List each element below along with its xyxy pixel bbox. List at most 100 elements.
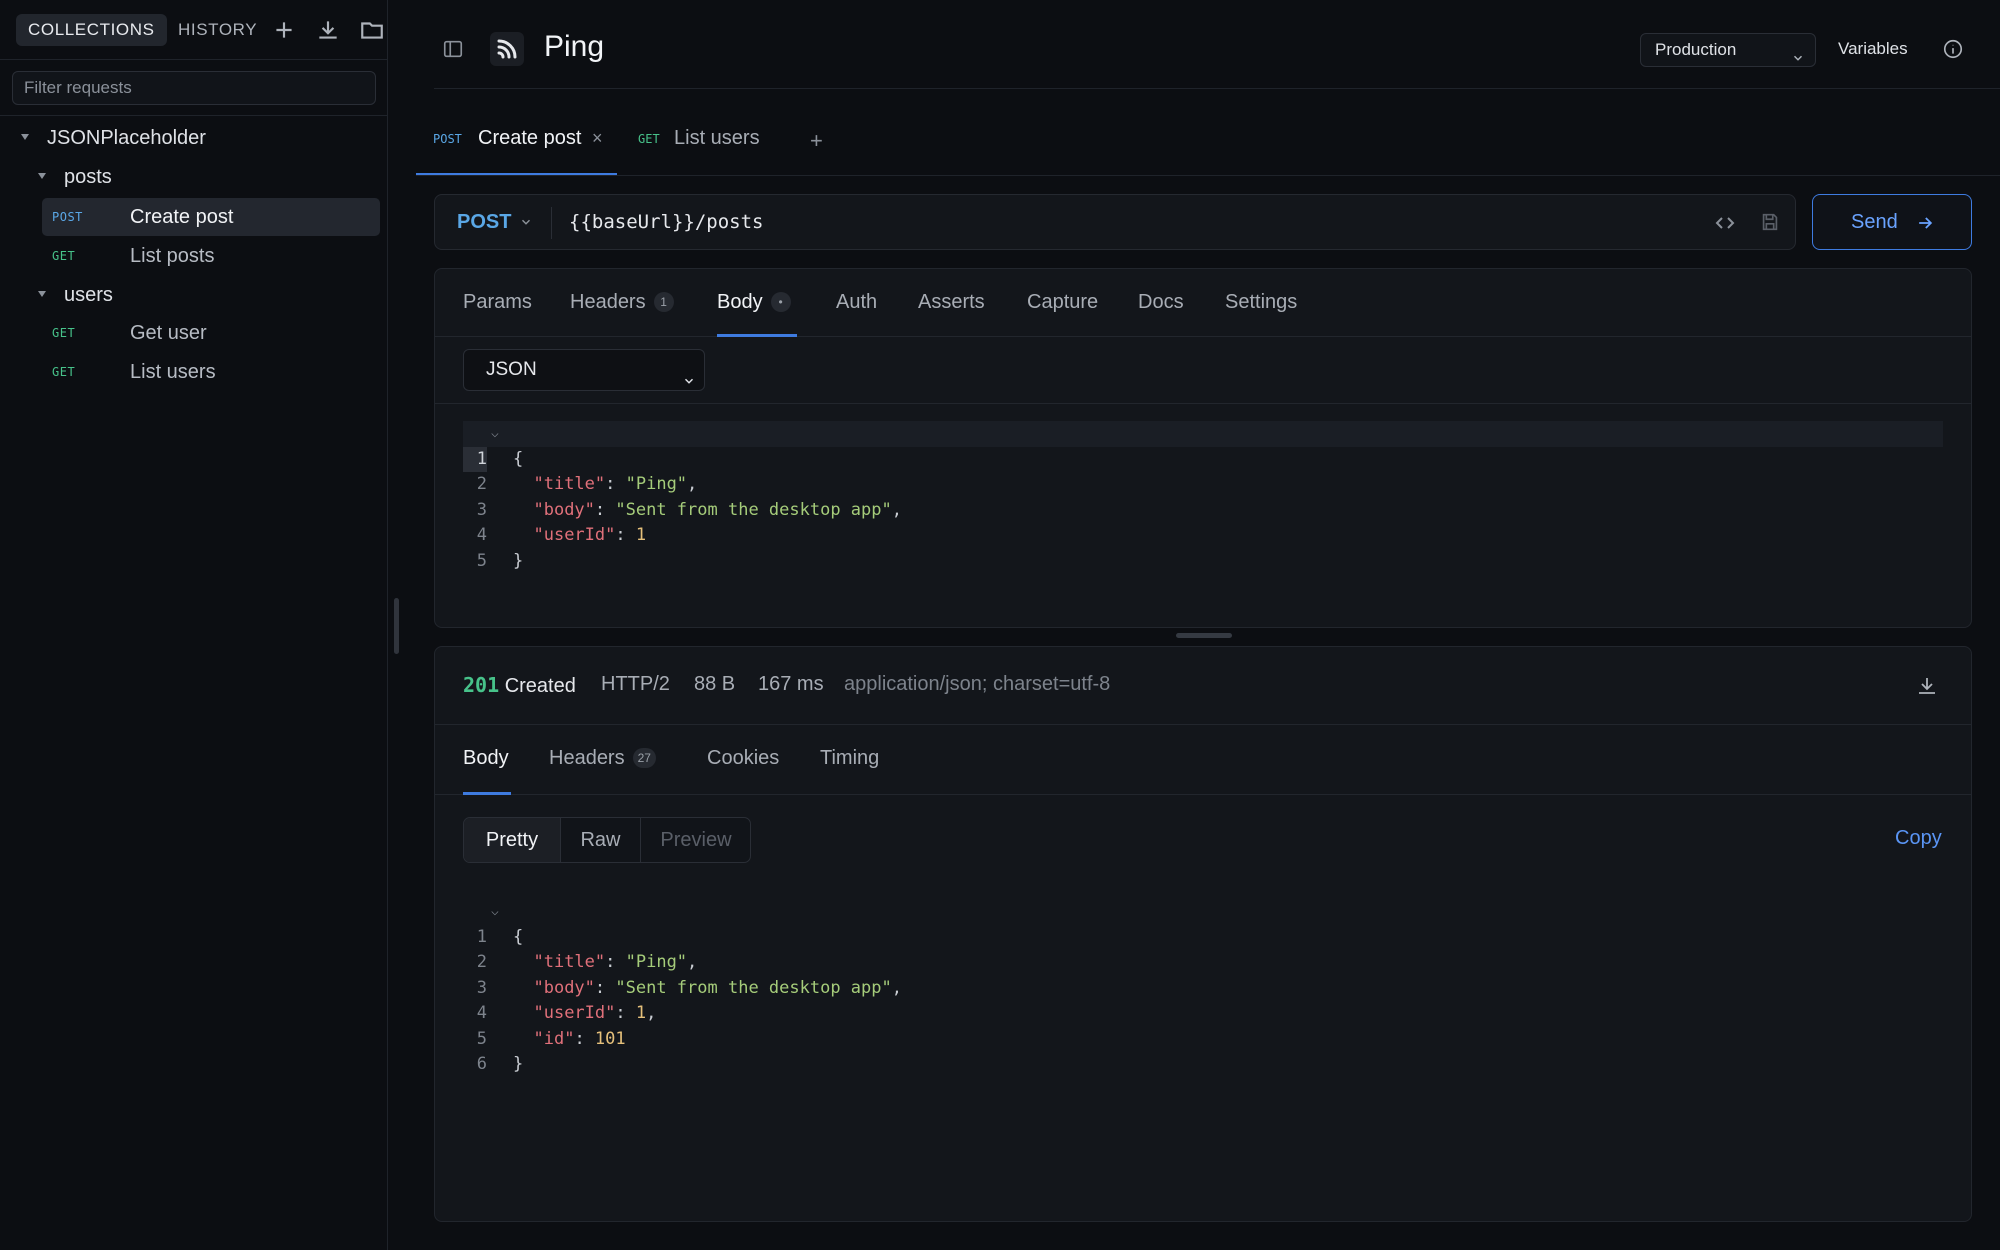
send-label: Send xyxy=(1851,211,1898,233)
code-line: 2 "title": "Ping", xyxy=(463,925,1943,972)
code-line: 6} xyxy=(463,1027,1943,1074)
code-line: 3 "body": "Sent from the desktop app", xyxy=(463,472,1943,520)
tab-history[interactable]: HISTORY xyxy=(166,14,269,46)
tab-collections[interactable]: COLLECTIONS xyxy=(16,14,167,46)
tab-asserts[interactable]: Asserts xyxy=(918,291,985,314)
code-line: 1 ⌵{ xyxy=(463,421,1943,472)
view-raw-button[interactable]: Raw xyxy=(561,818,640,862)
code-line: 2 "title": "Ping", xyxy=(463,447,1943,494)
method-badge: POST xyxy=(433,132,462,146)
code-text: } xyxy=(513,1054,524,1074)
info-icon[interactable] xyxy=(1942,38,1964,60)
request-body-editor[interactable]: 1 ⌵{ 2 "title": "Ping", 3 "body": "Sent f… xyxy=(463,421,1943,571)
request-subtabs: Params Headers 1 Body • Auth Asserts Captu… xyxy=(435,269,1971,337)
divider xyxy=(551,207,552,239)
request-label: Get user xyxy=(130,322,207,344)
response-body-viewer: 1 ⌵{ 2 "title": "Ping", 3 "body": "Sent f… xyxy=(463,899,1943,1074)
code-text: } xyxy=(513,550,524,571)
sidebar-divider xyxy=(0,115,388,116)
fold-icon[interactable]: ⌵ xyxy=(491,899,499,925)
tab-create-post[interactable]: POST Create post × xyxy=(416,112,617,176)
line-number: 6 xyxy=(476,1054,487,1074)
filter-requests-input[interactable] xyxy=(12,71,376,105)
code-line: 3 "body": "Sent from the desktop app", xyxy=(463,950,1943,998)
sidebar-item-list-users[interactable]: GET List users xyxy=(0,353,388,391)
active-tab-indicator xyxy=(717,334,797,337)
method-badge: GET xyxy=(52,365,76,379)
request-label: List posts xyxy=(130,245,215,267)
panel-resize-handle[interactable] xyxy=(1176,633,1232,638)
sidebar-item-get-user[interactable]: GET Get user xyxy=(0,314,388,352)
variables-button[interactable]: Variables xyxy=(1838,39,1908,59)
view-pretty-button[interactable]: Pretty xyxy=(464,818,560,862)
tab-params[interactable]: Params xyxy=(463,291,532,314)
tab-response-headers[interactable]: Headers 27 xyxy=(549,747,656,770)
request-label: List users xyxy=(130,361,216,383)
sidebar-toolbar: COLLECTIONS HISTORY xyxy=(0,0,388,60)
tab-label: Headers xyxy=(549,747,625,769)
chevron-down-icon xyxy=(682,363,696,384)
method-badge: POST xyxy=(52,210,83,224)
tab-response-timing[interactable]: Timing xyxy=(820,747,879,770)
tab-docs[interactable]: Docs xyxy=(1138,291,1184,314)
tab-response-body[interactable]: Body xyxy=(463,747,509,770)
code-line: 5 "id": 101 xyxy=(463,1001,1943,1049)
download-icon[interactable] xyxy=(1915,674,1939,698)
sidebar-item-create-post[interactable]: POST Create post xyxy=(42,198,380,236)
line-number: 5 xyxy=(476,550,487,571)
app-logo-icon xyxy=(490,32,524,66)
tab-label: Body xyxy=(717,291,763,313)
add-tab-button[interactable]: + xyxy=(810,128,823,154)
send-button[interactable]: Send xyxy=(1812,194,1972,250)
tab-settings[interactable]: Settings xyxy=(1225,291,1297,314)
code-icon[interactable] xyxy=(1713,211,1737,235)
response-panel: 201 Created HTTP/2 88 B 167 ms applicati… xyxy=(434,646,1972,1222)
tab-list-users[interactable]: GET List users xyxy=(638,112,798,176)
copy-button[interactable]: Copy xyxy=(1895,827,1942,850)
folder-users[interactable]: users xyxy=(0,276,388,314)
close-icon[interactable]: × xyxy=(592,128,603,149)
caret-down-icon xyxy=(37,171,47,181)
tab-auth[interactable]: Auth xyxy=(836,291,877,314)
save-icon[interactable] xyxy=(1759,211,1781,233)
chevron-down-icon[interactable] xyxy=(519,215,533,229)
response-size: 88 B xyxy=(694,673,736,695)
tab-response-cookies[interactable]: Cookies xyxy=(707,747,779,770)
folder-posts[interactable]: posts xyxy=(0,158,388,196)
request-tabs: POST Create post × GET List users xyxy=(416,112,2000,176)
view-mode-toggle: Pretty Raw Preview xyxy=(463,817,751,863)
content-type: application/json; charset=utf-8 xyxy=(844,673,1111,695)
method-select[interactable]: POST xyxy=(457,211,511,234)
method-badge: GET xyxy=(638,132,660,146)
environment-value: Production xyxy=(1655,40,1737,59)
modified-badge: • xyxy=(770,292,791,312)
environment-select[interactable]: Production xyxy=(1640,33,1816,67)
sidebar-toggle-icon[interactable] xyxy=(442,38,464,60)
sidebar-resize-handle[interactable] xyxy=(394,598,399,654)
code-line: 4 "userId": 1, xyxy=(463,976,1943,1023)
code-line: 4 "userId": 1 xyxy=(463,498,1943,545)
folder-label: posts xyxy=(64,166,112,188)
status-code: 201 xyxy=(463,673,500,697)
tab-label: List users xyxy=(674,127,760,149)
url-bar: POST xyxy=(434,194,1796,250)
url-input[interactable] xyxy=(569,205,1569,239)
request-label: Create post xyxy=(130,206,234,228)
method-badge: GET xyxy=(52,326,76,340)
fold-icon[interactable]: ⌵ xyxy=(491,421,499,447)
download-icon[interactable] xyxy=(315,17,341,43)
body-type-select[interactable]: JSON xyxy=(463,349,705,391)
tab-body[interactable]: Body • xyxy=(717,291,791,314)
sidebar-item-list-posts[interactable]: GET List posts xyxy=(0,237,388,275)
protocol: HTTP/2 xyxy=(601,673,670,695)
tab-label: Headers xyxy=(570,291,646,313)
folder-icon[interactable] xyxy=(359,17,385,43)
code-line: 1 ⌵{ xyxy=(463,899,1943,947)
count-badge: 27 xyxy=(632,748,656,768)
view-preview-button[interactable]: Preview xyxy=(641,818,750,862)
tab-capture[interactable]: Capture xyxy=(1027,291,1098,314)
plus-icon[interactable] xyxy=(271,17,297,43)
tab-headers[interactable]: Headers 1 xyxy=(570,291,674,314)
method-badge: GET xyxy=(52,249,76,263)
collection-jsonplaceholder[interactable]: JSONPlaceholder xyxy=(0,119,388,157)
